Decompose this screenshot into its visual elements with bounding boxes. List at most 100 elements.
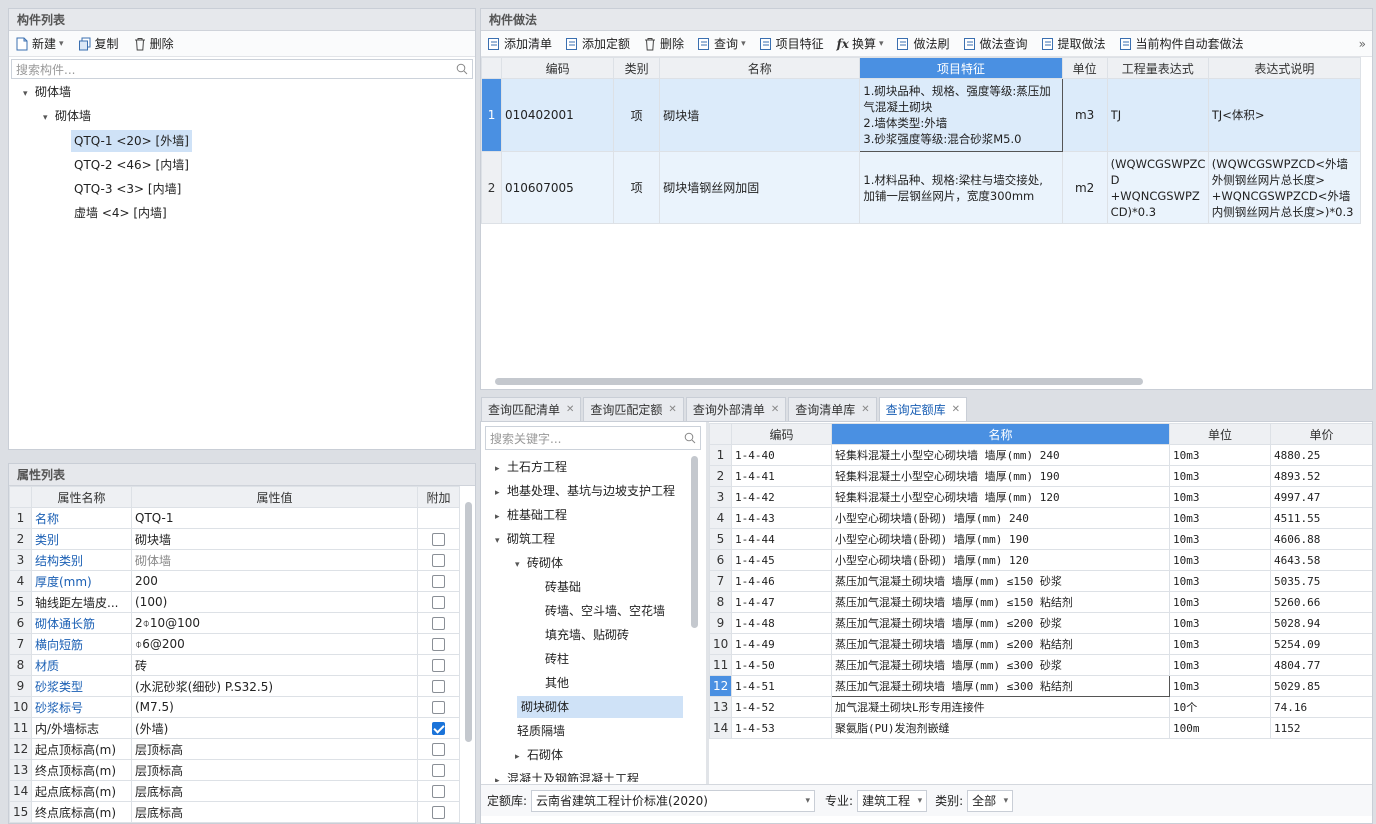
method-row[interactable]: 2 010607005 项砌块墙钢丝网加固 1.材料品种、规格:梁柱与墙交接处, 加铺一…	[481, 151, 1362, 224]
expand-icon[interactable]: ▸	[495, 458, 507, 480]
property-value[interactable]: ⌽6@200	[131, 633, 418, 655]
method-col-header[interactable]: 表达式说明	[1207, 57, 1362, 79]
quota-col-header[interactable]: 编码	[731, 423, 832, 445]
category-tree-node[interactable]: 砖墙、空斗墙、空花墙	[545, 600, 665, 622]
quota-name[interactable]: 蒸压加气混凝土砌块墙 墙厚(mm) ≤300 粘结剂	[831, 675, 1170, 697]
extra-checkbox[interactable]	[432, 785, 445, 798]
quota-unit[interactable]: 100m	[1169, 717, 1271, 739]
quota-name[interactable]: 小型空心砌块墙(卧砌) 墙厚(mm) 240	[831, 507, 1170, 529]
search-icon[interactable]	[456, 63, 468, 75]
tree-leaf-qtq2[interactable]: QTQ-2 <46> [内墙]	[74, 154, 189, 176]
method-col-header[interactable]: 类别	[613, 57, 661, 79]
quota-code[interactable]: 1-4-47	[731, 591, 832, 613]
quota-row[interactable]: 1 1-4-40 轻集料混凝土小型空心砌块墙 墙厚(mm) 240 10m3 4880.…	[709, 444, 1372, 466]
method-name[interactable]: 砌块墙	[659, 78, 861, 152]
collapse-icon[interactable]: ▾	[515, 554, 527, 576]
method-row[interactable]: 1 010402001 项砌块墙 1.砌块品种、规格、强度等级:蒸压加 气混凝土砌块 2.…	[481, 78, 1362, 152]
expand-icon[interactable]: ▸	[495, 506, 507, 528]
query-tab[interactable]: 查询匹配定额 ✕	[583, 397, 684, 421]
quota-name[interactable]: 轻集料混凝土小型空心砌块墙 墙厚(mm) 190	[831, 465, 1170, 487]
add-list-button[interactable]: 添加清单	[485, 33, 554, 55]
property-value[interactable]: 层底标高	[131, 780, 418, 802]
property-row[interactable]: 9 砂浆类型 (水泥砂浆(细砂) P.S32.5)	[9, 675, 460, 697]
category-tree-node[interactable]: ▸ 土石方工程	[495, 456, 567, 478]
quota-unit[interactable]: 10m3	[1169, 654, 1271, 676]
quota-name[interactable]: 轻集料混凝土小型空心砌块墙 墙厚(mm) 240	[831, 444, 1170, 466]
tree-scrollbar[interactable]	[691, 456, 698, 628]
quota-row[interactable]: 12 1-4-51 蒸压加气混凝土砌块墙 墙厚(mm) ≤300 粘结剂 10m3 50…	[709, 675, 1372, 697]
chevron-down-icon[interactable]: ▾	[879, 39, 884, 49]
close-icon[interactable]: ✕	[668, 399, 676, 421]
category-tree-node[interactable]: ▸ 地基处理、基坑与边坡支护工程	[495, 480, 675, 502]
quota-price[interactable]: 4606.88	[1270, 528, 1372, 550]
extra-checkbox[interactable]	[432, 575, 445, 588]
major-select[interactable]: 建筑工程 ▾	[857, 789, 928, 812]
method-unit[interactable]: m3	[1061, 78, 1108, 152]
extra-checkbox[interactable]	[432, 596, 445, 609]
method-expression[interactable]: TJ	[1106, 78, 1209, 152]
method-feature[interactable]: 1.材料品种、规格:梁柱与墙交接处, 加铺一层钢丝网片，宽度300mm	[859, 151, 1063, 224]
category-select[interactable]: 全部 ▾	[967, 789, 1014, 812]
property-row[interactable]: 15 终点底标高(m) 层底标高	[9, 801, 460, 823]
quota-row[interactable]: 13 1-4-52 加气混凝土砌块L形专用连接件 10个 74.16	[709, 696, 1372, 718]
category-tree-node[interactable]: 砖基础	[545, 576, 581, 598]
category-tree-node[interactable]: 其他	[545, 672, 569, 694]
query-tab[interactable]: 查询外部清单 ✕	[685, 397, 787, 421]
property-row[interactable]: 12 起点顶标高(m) 层顶标高	[9, 738, 460, 760]
quota-name[interactable]: 蒸压加气混凝土砌块墙 墙厚(mm) ≤150 砂浆	[831, 570, 1170, 592]
property-row[interactable]: 5 轴线距左墙皮... (100)	[9, 591, 460, 613]
method-brush-button[interactable]: 做法刷	[894, 33, 951, 55]
quota-code[interactable]: 1-4-50	[731, 654, 832, 676]
quota-price[interactable]: 4893.52	[1270, 465, 1372, 487]
close-icon[interactable]: ✕	[952, 399, 960, 421]
tree-leaf-virtual-wall[interactable]: 虚墙 <4> [内墙]	[74, 202, 167, 224]
method-col-header[interactable]: 编码	[501, 57, 615, 79]
quota-unit[interactable]: 10m3	[1169, 612, 1271, 634]
tree-node-root[interactable]: ▾ 砌体墙	[23, 81, 71, 103]
quota-col-header[interactable]: 单位	[1169, 423, 1271, 445]
property-row[interactable]: 13 终点顶标高(m) 层顶标高	[9, 759, 460, 781]
add-quota-button[interactable]: 添加定额	[563, 33, 632, 55]
quota-code[interactable]: 1-4-43	[731, 507, 832, 529]
category-tree-node[interactable]: ▸ 石砌体	[515, 744, 563, 766]
item-feature-button[interactable]: 项目特征	[757, 33, 826, 55]
query-tab[interactable]: 查询匹配清单 ✕	[481, 397, 582, 421]
quota-row[interactable]: 3 1-4-42 轻集料混凝土小型空心砌块墙 墙厚(mm) 120 10m3 4997.…	[709, 486, 1372, 508]
quota-code[interactable]: 1-4-49	[731, 633, 832, 655]
extra-checkbox[interactable]	[432, 638, 445, 651]
extra-checkbox[interactable]	[432, 722, 445, 735]
quota-row[interactable]: 11 1-4-50 蒸压加气混凝土砌块墙 墙厚(mm) ≤300 砂浆 10m3 480…	[709, 654, 1372, 676]
quota-name[interactable]: 小型空心砌块墙(卧砌) 墙厚(mm) 120	[831, 549, 1170, 571]
quota-unit[interactable]: 10m3	[1169, 591, 1271, 613]
quota-name[interactable]: 蒸压加气混凝土砌块墙 墙厚(mm) ≤150 粘结剂	[831, 591, 1170, 613]
delete-method-button[interactable]: 删除	[641, 33, 686, 55]
quota-name[interactable]: 蒸压加气混凝土砌块墙 墙厚(mm) ≤200 粘结剂	[831, 633, 1170, 655]
quota-row[interactable]: 4 1-4-43 小型空心砌块墙(卧砌) 墙厚(mm) 240 10m3 4511.55	[709, 507, 1372, 529]
quota-price[interactable]: 4643.58	[1270, 549, 1372, 571]
category-tree-node[interactable]: 轻质隔墙	[517, 720, 565, 742]
quota-unit[interactable]: 10m3	[1169, 633, 1271, 655]
quota-name[interactable]: 小型空心砌块墙(卧砌) 墙厚(mm) 190	[831, 528, 1170, 550]
quota-code[interactable]: 1-4-46	[731, 570, 832, 592]
property-row[interactable]: 11 内/外墙标志 (外墙)	[9, 717, 460, 739]
property-row[interactable]: 3 结构类别 砌体墙	[9, 549, 460, 571]
property-row[interactable]: 6 砌体通长筋 2⌽10@100	[9, 612, 460, 634]
method-h-scrollbar[interactable]	[495, 378, 1143, 385]
quota-row[interactable]: 6 1-4-45 小型空心砌块墙(卧砌) 墙厚(mm) 120 10m3 4643.58	[709, 549, 1372, 571]
quota-row[interactable]: 14 1-4-53 聚氨脂(PU)发泡剂嵌缝 100m 1152	[709, 717, 1372, 739]
collapse-icon[interactable]: ▾	[43, 107, 55, 129]
property-value[interactable]: (M7.5)	[131, 696, 418, 718]
extra-checkbox[interactable]	[432, 806, 445, 819]
component-search-input[interactable]: 搜索构件...	[11, 59, 473, 79]
method-col-header[interactable]: 工程量表达式	[1106, 57, 1209, 79]
property-value[interactable]: 砌块墙	[131, 528, 418, 550]
quota-price[interactable]: 1152	[1270, 717, 1372, 739]
quota-price[interactable]: 4804.77	[1270, 654, 1372, 676]
property-row[interactable]: 14 起点底标高(m) 层底标高	[9, 780, 460, 802]
quota-name[interactable]: 聚氨脂(PU)发泡剂嵌缝	[831, 717, 1170, 739]
quota-name[interactable]: 轻集料混凝土小型空心砌块墙 墙厚(mm) 120	[831, 486, 1170, 508]
property-row[interactable]: 7 横向短筋 ⌽6@200	[9, 633, 460, 655]
property-row[interactable]: 1 名称 QTQ-1	[9, 507, 460, 529]
quota-code[interactable]: 1-4-40	[731, 444, 832, 466]
quota-unit[interactable]: 10m3	[1169, 507, 1271, 529]
